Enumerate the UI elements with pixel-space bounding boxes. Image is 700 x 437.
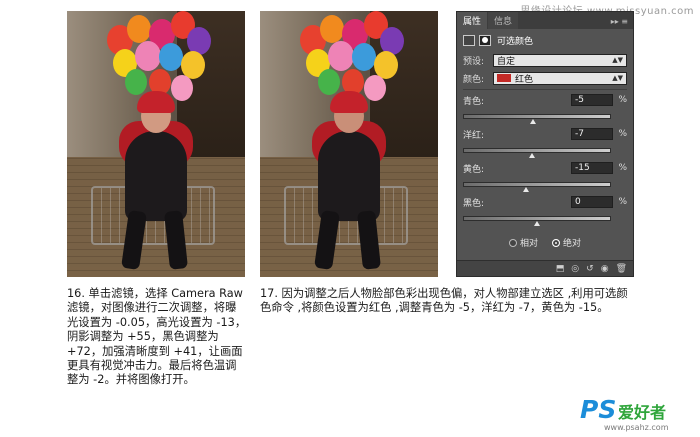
clip-to-layer-icon[interactable]: ⬒	[556, 264, 565, 274]
panel-header: 可选颜色	[457, 29, 633, 51]
reset-icon[interactable]: ↺	[586, 264, 594, 274]
tab-info[interactable]: 信息	[488, 12, 519, 29]
yellow-input[interactable]: -15	[571, 162, 613, 174]
logo-ps: PS	[580, 395, 617, 424]
visibility-icon[interactable]: ◉	[601, 264, 609, 274]
colors-label: 颜色:	[463, 74, 485, 85]
radio-dot-relative[interactable]	[508, 238, 517, 247]
preset-label: 预设:	[463, 56, 485, 67]
panel-tabs: 属性 信息 ▸▸ ≡	[457, 12, 633, 29]
slider-black: 黑色: 0 %	[457, 194, 633, 228]
trash-icon[interactable]: 🗑	[616, 264, 627, 274]
panel-footer: ⬒ ◎ ↺ ◉ 🗑	[457, 260, 633, 276]
select-arrows-icon: ▲▼	[612, 74, 623, 82]
slider-label: 黑色:	[463, 198, 485, 209]
radio-relative-label: 相对	[519, 239, 538, 249]
view-previous-icon[interactable]: ◎	[571, 264, 579, 274]
logo-name: 爱好者	[618, 403, 667, 422]
percent-label: %	[618, 197, 627, 207]
percent-label: %	[618, 129, 627, 139]
slider-magenta: 洋红: -7 %	[457, 126, 633, 160]
color-swatch	[497, 74, 511, 82]
photo-before	[67, 11, 245, 277]
properties-panel: 属性 信息 ▸▸ ≡ 可选颜色 预设: 自定 ▲▼ 颜色: 红色 ▲▼ 青色: …	[456, 11, 634, 277]
preset-select[interactable]: 自定 ▲▼	[493, 53, 627, 67]
colors-select[interactable]: 红色 ▲▼	[493, 71, 627, 85]
magenta-input[interactable]: -7	[571, 128, 613, 140]
method-radios: 相对 绝对	[457, 236, 633, 249]
caption-step-17: 17. 因为调整之后人物脸部色彩出现色偏，对人物部建立选区 ,利用可选颜色命令 …	[260, 287, 628, 315]
slider-thumb[interactable]	[522, 187, 529, 192]
percent-label: %	[618, 163, 627, 173]
slider-track[interactable]	[463, 114, 611, 119]
slider-track[interactable]	[463, 182, 611, 187]
select-arrows-icon: ▲▼	[612, 56, 623, 64]
colors-value: 红色	[515, 74, 534, 85]
caption-step-16: 16. 单击滤镜，选择 Camera Raw 滤镜，对图像进行二次调整，将曝光设…	[67, 287, 247, 387]
radio-absolute[interactable]: 绝对	[552, 236, 581, 249]
slider-thumb[interactable]	[530, 119, 537, 124]
radio-dot-absolute[interactable]	[552, 238, 560, 247]
radio-absolute-label: 绝对	[563, 239, 582, 249]
tab-properties[interactable]: 属性	[457, 12, 488, 29]
slider-cyan: 青色: -5 %	[457, 92, 633, 126]
panel-menu-icon[interactable]: ▸▸ ≡	[611, 17, 633, 29]
layer-mask-icon[interactable]	[479, 34, 491, 46]
slider-thumb[interactable]	[534, 221, 540, 226]
radio-relative[interactable]: 相对	[508, 236, 538, 249]
panel-title: 可选颜色	[497, 36, 534, 47]
slider-track[interactable]	[463, 148, 611, 153]
black-input[interactable]: 0	[571, 196, 613, 208]
cyan-input[interactable]: -5	[571, 94, 613, 106]
slider-yellow: 黄色: -15 %	[457, 160, 633, 194]
preset-value: 自定	[497, 56, 516, 67]
percent-label: %	[618, 95, 627, 105]
colors-row: 颜色: 红色 ▲▼	[457, 69, 633, 87]
photo-after	[260, 11, 438, 277]
slider-label: 青色:	[463, 96, 485, 107]
logo-url: www.psahz.com	[604, 423, 669, 432]
slider-label: 黄色:	[463, 164, 485, 175]
adjustment-layer-icon[interactable]	[463, 34, 475, 46]
preset-row: 预设: 自定 ▲▼	[457, 51, 633, 69]
slider-thumb[interactable]	[528, 153, 535, 158]
site-logo: PS 爱好者 www.psahz.com	[580, 395, 696, 435]
slider-label: 洋红:	[463, 130, 485, 141]
